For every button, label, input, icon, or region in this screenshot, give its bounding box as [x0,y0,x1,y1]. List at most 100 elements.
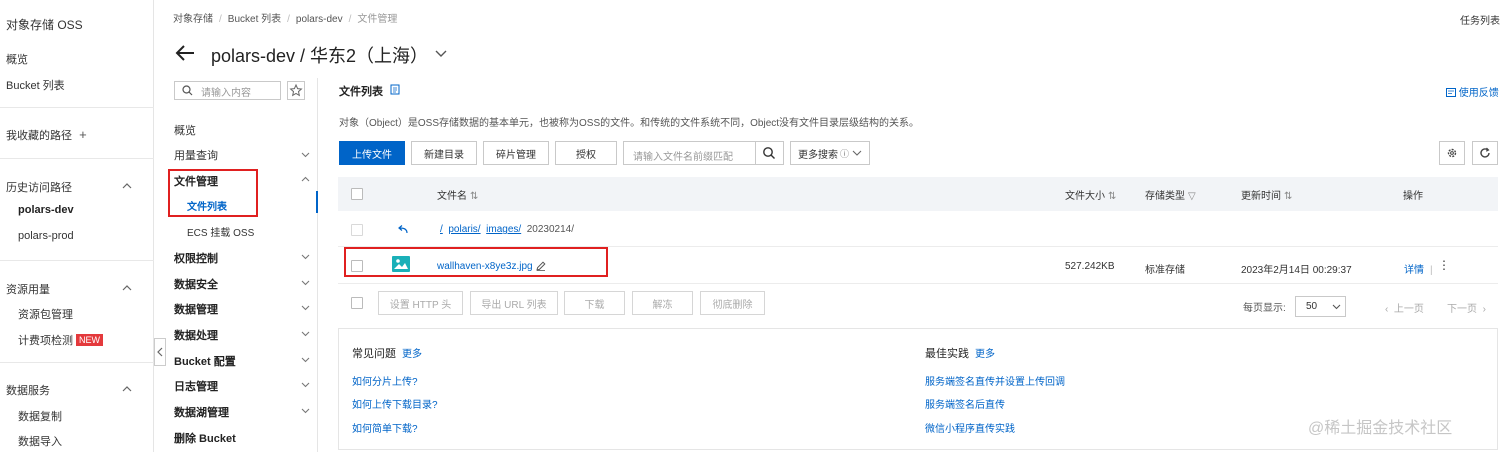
task-list-link[interactable]: 任务列表 [1460,12,1500,27]
column-header-storage[interactable]: 存储类型 ▽ [1145,187,1196,202]
set-http-header-button[interactable]: 设置 HTTP 头 [378,291,463,315]
chevron-up-icon[interactable] [122,283,132,293]
sort-icon[interactable]: ⇅ [1284,191,1292,202]
faq-link[interactable]: 如何分片上传? [352,373,418,388]
nav-billing-detect[interactable]: 计费项检测 NEW [18,332,103,348]
return-arrow-icon[interactable] [396,224,408,236]
more-actions-icon[interactable]: ⋮ [1438,258,1450,272]
menu-access-control[interactable]: 权限控制 [174,250,218,266]
storage-type: 标准存储 [1145,265,1185,276]
export-url-list-button[interactable]: 导出 URL 列表 [470,291,558,315]
nav-overview[interactable]: 概览 [6,51,28,67]
breadcrumb-item[interactable]: 对象存储 [173,14,213,25]
favorite-star-button[interactable] [287,81,305,100]
description-text: 对象（Object）是OSS存储数据的基本单元，也被称为OSS的文件。和传统的文… [339,118,920,129]
best-practice-link[interactable]: 服务端签名直传并设置上传回调 [925,373,1065,388]
chevron-down-icon[interactable] [301,303,310,312]
filter-icon[interactable]: ▽ [1188,191,1196,202]
breadcrumb-item[interactable]: polars-dev [296,14,343,25]
best-practice-more-link[interactable]: 更多 [975,349,995,360]
bulk-select-checkbox[interactable] [351,297,363,309]
collapse-sidebar-button[interactable] [154,338,166,366]
menu-usage[interactable]: 用量查询 [174,147,218,163]
chevron-up-icon[interactable] [122,181,132,191]
sort-icon[interactable]: ⇅ [470,191,478,202]
more-search-label: 更多搜索 [797,149,838,161]
menu-bucket-config[interactable]: Bucket 配置 [174,353,236,369]
menu-data-lake[interactable]: 数据湖管理 [174,404,229,420]
settings-button[interactable] [1439,141,1465,165]
nav-resource-packages[interactable]: 资源包管理 [18,306,73,322]
file-search-input[interactable]: 请输入文件名前缀匹配 [623,141,756,165]
unfreeze-button[interactable]: 解冻 [632,291,693,315]
menu-data-processing[interactable]: 数据处理 [174,327,218,343]
faq-more-link[interactable]: 更多 [402,349,422,360]
menu-data-management[interactable]: 数据管理 [174,301,218,317]
search-button[interactable] [756,141,784,165]
breadcrumb-current: 文件管理 [357,14,398,25]
chevron-up-icon[interactable] [122,384,132,394]
chevron-down-icon[interactable] [301,252,310,261]
column-header-updated[interactable]: 更新时间 ⇅ [1241,187,1292,202]
download-button[interactable]: 下载 [564,291,625,315]
menu-delete-bucket[interactable]: 删除 Bucket [174,430,236,446]
menu-search-input[interactable]: 请输入内容 [174,81,281,100]
divider [0,107,154,108]
select-all-checkbox[interactable] [351,188,363,200]
path-segment-link[interactable]: polaris/ [448,224,480,235]
column-header-size[interactable]: 文件大小 ⇅ [1065,187,1116,202]
best-practice-heading: 最佳实践 更多 [925,345,995,361]
chevron-down-icon[interactable] [434,46,448,60]
best-practice-link[interactable]: 微信小程序直传实践 [925,420,1015,435]
breadcrumb-item[interactable]: Bucket 列表 [228,14,281,25]
nav-favorites[interactable]: 我收藏的路径 + [6,127,87,143]
plus-icon[interactable]: + [79,127,87,142]
nav-data-service-title[interactable]: 数据服务 [6,382,50,398]
document-icon[interactable] [390,84,400,95]
next-page-button[interactable]: 下一页 › [1447,300,1486,315]
sort-icon[interactable]: ⇅ [1108,191,1116,202]
file-search-placeholder: 请输入文件名前缀匹配 [633,152,733,163]
nav-history-title[interactable]: 历史访问路径 [6,179,72,195]
per-page-label: 每页显示: [1243,303,1286,314]
global-nav: 对象存储 OSS 概览 Bucket 列表 我收藏的路径 + 历史访问路径 po… [0,0,154,452]
more-search-button[interactable]: 更多搜索 ⓘ [790,141,870,165]
menu-overview[interactable]: 概览 [174,122,196,138]
chevron-down-icon[interactable] [301,355,310,364]
refresh-button[interactable] [1472,141,1498,165]
row-checkbox-disabled [351,224,363,236]
nav-history-polars-prod[interactable]: polars-prod [18,230,74,242]
faq-link[interactable]: 如何上传下载目录? [352,396,438,411]
new-directory-button[interactable]: 新建目录 [411,141,477,165]
faq-link[interactable]: 如何简单下载? [352,420,418,435]
authorize-button[interactable]: 授权 [555,141,617,165]
chevron-up-icon[interactable] [301,175,310,184]
detail-link[interactable]: 详情 | [1404,261,1433,276]
nav-data-import[interactable]: 数据导入 [18,433,62,449]
upload-file-button[interactable]: 上传文件 [339,141,405,165]
path-segment-link[interactable]: images/ [486,224,521,235]
nav-history-polars-dev[interactable]: polars-dev [18,204,74,216]
nav-resources-title[interactable]: 资源用量 [6,281,50,297]
chevron-down-icon[interactable] [301,150,310,159]
chevron-down-icon[interactable] [301,329,310,338]
feedback-link[interactable]: 使用反馈 [1446,84,1499,99]
prev-page-button[interactable]: ‹ 上一页 [1385,300,1424,315]
menu-ecs-mount[interactable]: ECS 挂载 OSS [187,224,254,239]
chevron-down-icon [1332,304,1341,310]
menu-log-management[interactable]: 日志管理 [174,378,218,394]
best-practice-link[interactable]: 服务端签名后直传 [925,396,1005,411]
chevron-down-icon[interactable] [301,380,310,389]
menu-data-security[interactable]: 数据安全 [174,276,218,292]
fragment-management-button[interactable]: 碎片管理 [483,141,549,165]
per-page-select[interactable]: 50 [1295,296,1346,317]
chevron-down-icon[interactable] [301,278,310,287]
separator: | [1430,265,1433,276]
column-header-name[interactable]: 文件名 ⇅ [437,187,478,202]
chevron-down-icon[interactable] [301,406,310,415]
path-root-link[interactable]: / [440,224,443,235]
permanent-delete-button[interactable]: 彻底删除 [700,291,765,315]
nav-bucket-list[interactable]: Bucket 列表 [6,77,65,93]
nav-data-replication[interactable]: 数据复制 [18,408,62,424]
back-arrow-icon[interactable] [174,42,196,64]
